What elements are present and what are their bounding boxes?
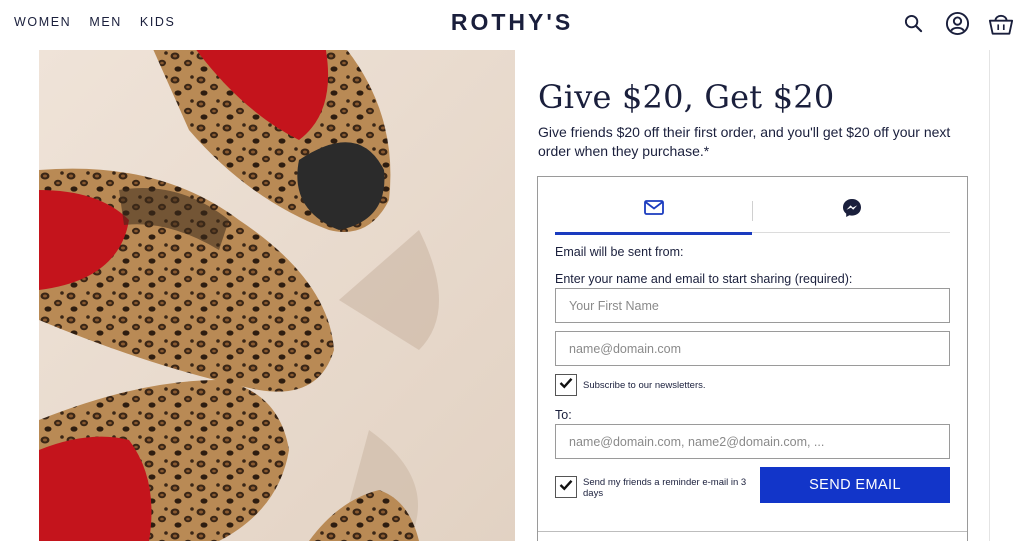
site-header: WOMEN MEN KIDS ROTHY'S — [0, 0, 1024, 46]
share-tabs — [555, 187, 950, 235]
basket-icon[interactable] — [988, 10, 1014, 36]
sender-email-field[interactable] — [555, 331, 950, 366]
reminder-checkbox[interactable] — [555, 476, 577, 498]
checkmark-icon — [559, 478, 573, 496]
checkmark-icon — [559, 376, 573, 394]
sender-label: Email will be sent from: — [555, 245, 684, 259]
account-icon[interactable] — [944, 10, 970, 36]
tab-email[interactable] — [555, 187, 752, 235]
page-title: Give $20, Get $20 — [538, 78, 835, 116]
brand-logo[interactable]: ROTHY'S — [0, 9, 1024, 36]
subscribe-checkbox[interactable] — [555, 374, 577, 396]
messenger-icon — [842, 198, 862, 223]
envelope-icon — [643, 200, 664, 220]
tab-messenger[interactable] — [753, 187, 950, 233]
search-icon[interactable] — [900, 10, 926, 36]
recipients-field[interactable] — [555, 424, 950, 459]
sender-instructions: Enter your name and email to start shari… — [555, 272, 853, 286]
reminder-label: Send my friends a reminder e-mail in 3 d… — [583, 477, 747, 499]
subscribe-label: Subscribe to our newsletters. — [583, 380, 706, 391]
first-name-field[interactable] — [555, 288, 950, 323]
leopard-shoes-image — [39, 50, 515, 541]
recipients-label: To: — [555, 408, 572, 422]
page-edge-divider — [989, 50, 990, 541]
page-subtitle: Give friends $20 off their first order, … — [538, 124, 951, 159]
send-email-button[interactable]: SEND EMAIL — [760, 467, 950, 503]
widget-divider — [538, 531, 967, 532]
referral-widget: Email will be sent from: Enter your name… — [537, 176, 968, 541]
header-icons — [900, 10, 1014, 36]
